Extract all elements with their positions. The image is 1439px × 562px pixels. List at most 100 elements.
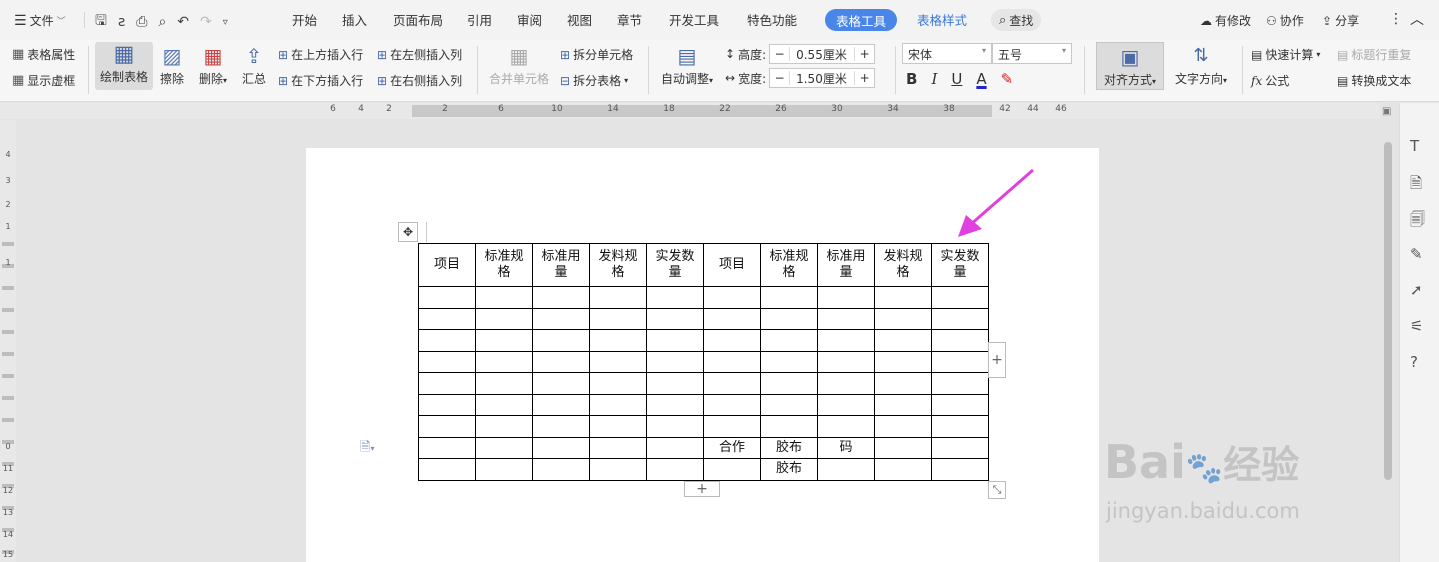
table-cell[interactable] <box>418 393 476 416</box>
table-cell[interactable] <box>646 372 704 395</box>
table-cell[interactable] <box>589 415 647 438</box>
cursor-icon[interactable]: ➚ <box>1410 281 1423 299</box>
table-cell[interactable] <box>646 458 704 481</box>
table-cell[interactable]: 码 <box>817 436 875 459</box>
table-cell[interactable] <box>703 372 761 395</box>
table-cell[interactable] <box>418 436 476 459</box>
undo-icon[interactable]: ↶ <box>177 14 189 30</box>
summary-button[interactable]: ⇪ 汇总 <box>240 42 268 87</box>
pen-icon[interactable]: ✎ <box>1410 245 1423 263</box>
header-cell[interactable]: 发料规 格 <box>874 243 932 287</box>
table-cell[interactable] <box>532 372 590 395</box>
table-cell[interactable] <box>760 286 818 309</box>
table-cell[interactable] <box>589 372 647 395</box>
table-cell[interactable] <box>646 307 704 330</box>
table-cell[interactable]: 胶布 <box>760 436 818 459</box>
table-cell[interactable] <box>646 415 704 438</box>
vertical-ruler[interactable]: 4 3 2 1 1 0 11 12 13 14 15 <box>0 120 16 562</box>
table-cell[interactable] <box>475 436 533 459</box>
table-cell[interactable] <box>475 372 533 395</box>
collab-button[interactable]: ⚇ 协作 <box>1266 12 1304 29</box>
table-cell[interactable] <box>760 415 818 438</box>
add-row-button[interactable]: + <box>684 481 720 497</box>
insert-left-button[interactable]: ⊞ 在左侧插入列 <box>377 46 462 63</box>
header-cell[interactable]: 发料规 格 <box>589 243 647 287</box>
table-cell[interactable] <box>817 458 875 481</box>
table-cell[interactable]: 胶布 <box>760 458 818 481</box>
header-cell[interactable]: 项目 <box>418 243 476 287</box>
table-cell[interactable] <box>418 415 476 438</box>
table-cell[interactable] <box>931 329 989 352</box>
table-cell[interactable] <box>475 393 533 416</box>
table-cell[interactable] <box>532 415 590 438</box>
table-cell[interactable] <box>589 350 647 373</box>
tab-reference[interactable]: 引用 <box>467 10 492 29</box>
tab-table-style[interactable]: 表格样式 <box>917 10 967 29</box>
width-decrease-button[interactable]: − <box>770 71 791 85</box>
table-move-handle[interactable]: ✥ <box>398 222 418 242</box>
table-cell[interactable] <box>817 329 875 352</box>
table-cell[interactable] <box>874 307 932 330</box>
to-text-button[interactable]: ▤ 转换成文本 <box>1337 72 1411 89</box>
insert-above-button[interactable]: ⊞ 在上方插入行 <box>278 46 363 63</box>
paragraph-icon[interactable]: 🗎▾ <box>360 438 374 460</box>
header-cell[interactable]: 标准用 量 <box>532 243 590 287</box>
table-cell[interactable] <box>475 307 533 330</box>
show-grid-button[interactable]: ▦ 显示虚框 <box>12 72 75 89</box>
table-cell[interactable] <box>418 307 476 330</box>
tab-home[interactable]: 开始 <box>292 10 317 29</box>
header-cell[interactable]: 标准规 格 <box>760 243 818 287</box>
font-color-button[interactable]: A <box>976 70 986 88</box>
add-column-button[interactable]: + <box>988 342 1006 378</box>
table-cell[interactable] <box>703 286 761 309</box>
table-cell[interactable] <box>931 415 989 438</box>
split-cell-button[interactable]: ⊞ 拆分单元格 <box>560 46 633 63</box>
data-table[interactable]: 项目 标准规 格标准用 量发料规 格实发数 量项目 标准规 格标准用 量发料规 格实… <box>418 243 989 481</box>
table-cell[interactable] <box>817 307 875 330</box>
tab-features[interactable]: 特色功能 <box>747 10 797 29</box>
table-cell[interactable] <box>418 329 476 352</box>
font-select[interactable]: 宋体 ▾ <box>902 43 992 64</box>
table-cell[interactable] <box>703 350 761 373</box>
table-cell[interactable] <box>646 286 704 309</box>
table-cell[interactable] <box>760 329 818 352</box>
delete-button[interactable]: ▦ 删除▾ <box>195 42 231 87</box>
ruler-toggle-icon[interactable]: ▣ <box>1382 106 1391 117</box>
table-cell[interactable] <box>646 329 704 352</box>
height-input[interactable]: 0.55厘米 <box>790 46 854 63</box>
table-props-button[interactable]: ▦ 表格属性 <box>12 46 75 63</box>
tab-insert[interactable]: 插入 <box>342 10 367 29</box>
table-cell[interactable] <box>532 329 590 352</box>
table-cell[interactable] <box>931 458 989 481</box>
table-cell[interactable] <box>475 458 533 481</box>
table-cell[interactable] <box>532 286 590 309</box>
table-cell[interactable] <box>475 329 533 352</box>
merge-cells-button[interactable]: ▦ 合并单元格 <box>488 42 550 87</box>
width-input[interactable]: 1.50厘米 <box>790 70 854 87</box>
table-cell[interactable] <box>874 436 932 459</box>
resize-table-handle[interactable]: ⤡ <box>988 481 1006 499</box>
format-painter-icon[interactable]: ƨ <box>118 14 125 30</box>
table-cell[interactable] <box>646 393 704 416</box>
share-button[interactable]: ⇪ 分享 <box>1322 12 1359 29</box>
width-increase-button[interactable]: + <box>854 71 874 85</box>
horizontal-ruler[interactable]: 6 4 2 2 6 10 14 18 22 26 30 34 38 42 44 … <box>0 103 1380 119</box>
table-cell[interactable] <box>589 307 647 330</box>
table-cell[interactable] <box>760 372 818 395</box>
insert-right-button[interactable]: ⊞ 在右侧插入列 <box>377 72 462 89</box>
table-cell[interactable] <box>532 350 590 373</box>
table-cell[interactable] <box>874 372 932 395</box>
search-box[interactable]: ⌕ 查找 <box>991 9 1042 31</box>
header-cell[interactable]: 实发数 量 <box>646 243 704 287</box>
table-cell[interactable] <box>874 393 932 416</box>
table-cell[interactable] <box>589 436 647 459</box>
table-cell[interactable] <box>817 415 875 438</box>
print-preview-icon[interactable]: ⌕ <box>158 14 166 30</box>
changes-button[interactable]: ☁ 有修改 <box>1200 12 1251 29</box>
table-cell[interactable] <box>703 329 761 352</box>
table-cell[interactable] <box>874 286 932 309</box>
table-cell[interactable] <box>760 350 818 373</box>
autofit-button[interactable]: ▤ 自动调整▾ <box>657 42 717 87</box>
table-cell[interactable]: 合作 <box>703 436 761 459</box>
size-select[interactable]: 五号 ▾ <box>992 43 1072 64</box>
